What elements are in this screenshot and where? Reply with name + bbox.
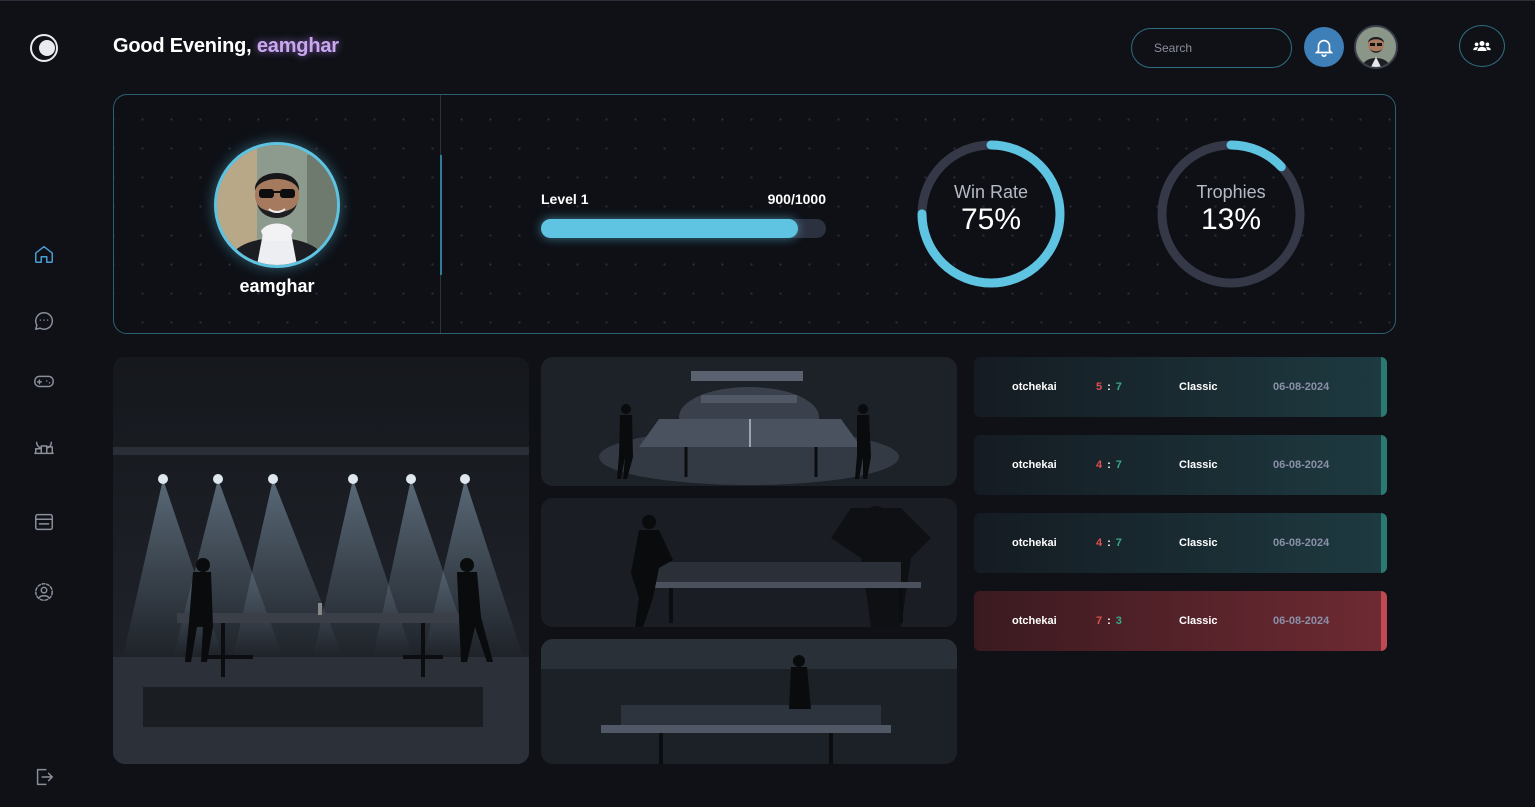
score-self: 4 [1096, 537, 1103, 549]
match-date: 06-08-2024 [1273, 615, 1330, 627]
win-rate-label: Win Rate [953, 182, 1029, 202]
profile-icon[interactable] [32, 580, 56, 604]
match-date: 06-08-2024 [1273, 537, 1330, 549]
gamepad-icon[interactable] [32, 369, 56, 393]
user-avatar[interactable] [1354, 25, 1398, 69]
friends-button[interactable] [1459, 25, 1505, 67]
score-separator: : [1107, 615, 1111, 627]
score-opponent: 7 [1115, 537, 1122, 549]
leaderboard-icon[interactable] [32, 434, 56, 458]
match-opponent: otchekai [1012, 615, 1057, 627]
app-logo[interactable] [30, 34, 58, 62]
sidebar [0, 1, 88, 807]
match-opponent: otchekai [1012, 459, 1057, 471]
greeting-prefix: Good Evening, [113, 35, 252, 57]
feature-image-middle[interactable] [541, 498, 957, 627]
score-self: 5 [1096, 381, 1103, 393]
score-separator: : [1107, 459, 1111, 471]
profile-avatar[interactable] [214, 142, 340, 268]
profile-name: eamghar [239, 276, 315, 296]
store-icon[interactable] [32, 510, 56, 534]
win-rate-value: 75% [960, 203, 1022, 236]
match-score: 4:7 [1096, 459, 1122, 471]
score-separator: : [1107, 537, 1111, 549]
trophies-ring: Trophies 13% [1156, 139, 1306, 289]
match-row[interactable]: otchekai 7:3 Classic 06-08-2024 [974, 591, 1387, 651]
match-mode: Classic [1179, 537, 1218, 549]
feature-image-bottom[interactable] [541, 639, 957, 764]
users-icon [1473, 41, 1491, 51]
match-row[interactable]: otchekai 4:7 Classic 06-08-2024 [974, 513, 1387, 573]
greeting-username: eamghar [256, 35, 339, 57]
logout-icon[interactable] [32, 765, 56, 789]
divider-accent [440, 155, 442, 275]
home-icon[interactable] [32, 242, 56, 266]
level-label: Level 1 [541, 191, 589, 207]
trophies-label: Trophies [1196, 182, 1266, 202]
feature-image-large[interactable] [113, 357, 529, 764]
match-opponent: otchekai [1012, 381, 1057, 393]
feature-image-top[interactable] [541, 357, 957, 486]
profile-card: eamghar Level 1 900/1000 Win Rate 75% Tr… [113, 94, 1396, 334]
score-self: 7 [1096, 615, 1103, 627]
match-score: 4:7 [1096, 537, 1122, 549]
match-mode: Classic [1179, 615, 1218, 627]
notifications-button[interactable] [1304, 27, 1344, 67]
match-opponent: otchekai [1012, 537, 1057, 549]
match-date: 06-08-2024 [1273, 381, 1330, 393]
match-score: 5:7 [1096, 381, 1122, 393]
match-row[interactable]: otchekai 5:7 Classic 06-08-2024 [974, 357, 1387, 417]
match-score: 7:3 [1096, 615, 1122, 627]
search-input[interactable] [1131, 28, 1292, 68]
bell-icon [1314, 39, 1334, 57]
match-date: 06-08-2024 [1273, 459, 1330, 471]
score-opponent: 7 [1115, 381, 1122, 393]
trophies-value: 13% [1200, 203, 1262, 236]
match-row[interactable]: otchekai 4:7 Classic 06-08-2024 [974, 435, 1387, 495]
score-opponent: 7 [1115, 459, 1122, 471]
score-self: 4 [1096, 459, 1103, 471]
win-rate-ring: Win Rate 75% [916, 139, 1066, 289]
match-mode: Classic [1179, 381, 1218, 393]
score-opponent: 3 [1115, 615, 1122, 627]
chat-icon[interactable] [32, 309, 56, 333]
xp-progress-fill [541, 219, 798, 238]
greeting: Good Evening, eamghar [113, 35, 339, 58]
xp-text: 900/1000 [767, 191, 826, 207]
match-mode: Classic [1179, 459, 1218, 471]
xp-progress-bar [541, 219, 826, 238]
score-separator: : [1107, 381, 1111, 393]
